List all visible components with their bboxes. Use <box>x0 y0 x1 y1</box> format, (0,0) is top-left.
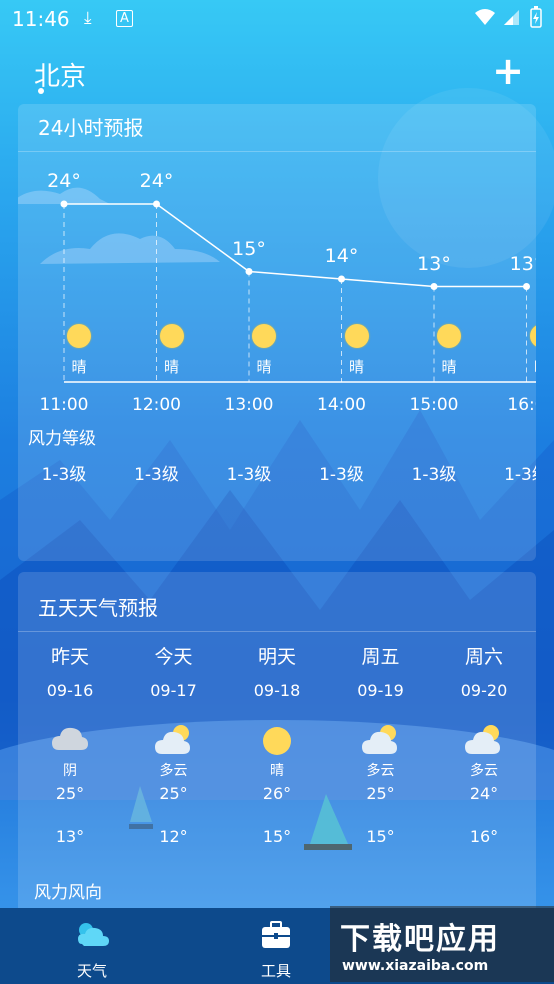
cloud-icon <box>25 724 115 758</box>
hour-time: 15:00 <box>409 395 459 415</box>
hour-time: 14:00 <box>317 395 366 415</box>
watermark-logo: 下载吧应用 www.xiazaiba.com <box>330 906 554 982</box>
partly-cloudy-icon <box>336 724 426 758</box>
day-name: 周五 <box>361 646 400 668</box>
hour-wind-level: 1-3级 <box>411 465 457 485</box>
daily-forecast-title: 五天天气预报 <box>38 596 158 620</box>
day-high-temp: 25° <box>55 784 85 803</box>
hour-condition: 晴 <box>441 358 457 376</box>
sailboat-decoration <box>304 794 352 850</box>
temperature-point <box>338 275 345 283</box>
hour-temperature: 14° <box>324 245 359 267</box>
card-divider <box>18 631 536 632</box>
day-condition: 多云 <box>159 763 188 779</box>
sun-icon <box>67 324 91 348</box>
daily-forecast-card: 五天天气预报 昨天 09-16 阴 25° 13° 今天 09-17 多云 25° 12° 明天 09… <box>18 572 536 908</box>
temperature-point <box>153 200 160 208</box>
hour-condition: 晴 <box>522 356 536 377</box>
sun-icon <box>437 324 461 348</box>
hour-condition: 晴 <box>256 358 272 376</box>
toolbox-icon <box>262 921 290 948</box>
day-name: 今天 <box>154 646 193 668</box>
hour-temperature: 24° <box>139 170 174 192</box>
temperature-point <box>523 283 530 290</box>
hour-temperature: 13° <box>417 252 451 275</box>
day-condition: 阴 <box>63 763 77 779</box>
hour-time: 11:00 <box>39 395 89 415</box>
sailboat-decoration <box>129 786 153 829</box>
nav-tab-tools[interactable]: 工具 <box>246 908 306 984</box>
day-name: 明天 <box>257 646 296 668</box>
day-low-temp: 13° <box>55 827 85 846</box>
page-indicator-dot <box>38 88 44 94</box>
hour-time: 12:00 <box>132 395 181 415</box>
watermark-url: www.xiazaiba.com <box>342 958 489 974</box>
hourly-forecast-card: 24小时预报 24° 晴 11:00 1-3级 24° 晴 12:00 1-3级 15° 晴 13:… <box>18 104 536 561</box>
nav-label-weather: 天气 <box>76 962 107 980</box>
app-notification-icon: A <box>116 10 133 27</box>
status-bar: 11:46 ⤓ A <box>0 0 554 36</box>
city-header: 北京 + <box>0 48 554 100</box>
day-name: 周六 <box>464 646 503 668</box>
download-icon: ⤓ <box>84 8 92 28</box>
partly-cloudy-icon <box>439 724 529 758</box>
day-low-temp: 16° <box>469 827 499 846</box>
sun-icon <box>232 724 322 758</box>
weather-cloud-icon <box>78 923 109 946</box>
sun-icon <box>159 324 184 348</box>
wind-direction-label: 风力风向 <box>34 883 102 903</box>
hour-time: 13:00 <box>224 395 274 415</box>
battery-icon <box>530 6 542 28</box>
day-date: 09-18 <box>253 681 301 700</box>
day-column: 周六 09-20 多云 24° 16° <box>439 642 529 846</box>
nav-tab-weather[interactable]: 天气 <box>62 908 122 984</box>
day-name: 昨天 <box>50 646 89 668</box>
hour-wind-level: 1-3级 <box>226 465 272 485</box>
add-city-button[interactable]: + <box>488 52 528 94</box>
day-high-temp: 24° <box>469 784 499 803</box>
temperature-point <box>60 200 68 208</box>
day-condition: 晴 <box>270 763 284 779</box>
partly-cloudy-icon <box>129 724 219 758</box>
day-date: 09-16 <box>46 681 94 700</box>
wifi-icon <box>475 9 495 25</box>
watermark-title: 下载吧应用 <box>340 922 500 957</box>
hour-temperature: 15° <box>232 237 266 260</box>
hour-wind-level: 1-3级 <box>319 465 364 485</box>
wind-level-label: 风力等级 <box>28 429 96 449</box>
hour-temperature: 24° <box>47 170 81 192</box>
nav-label-tools: 工具 <box>260 962 291 980</box>
hour-wind-level: 1-3级 <box>504 465 536 485</box>
day-date: 09-17 <box>150 681 197 700</box>
hour-temperature: 13° <box>509 252 536 275</box>
hour-condition: 晴 <box>163 358 179 376</box>
day-column: 昨天 09-16 阴 25° 13° <box>25 642 115 846</box>
hour-wind-level: 1-3级 <box>134 465 179 485</box>
hour-wind-level: 1-3级 <box>41 465 87 485</box>
signal-icon <box>504 10 519 25</box>
temperature-point <box>430 283 438 290</box>
temperature-point <box>245 268 253 275</box>
day-condition: 多云 <box>366 763 395 779</box>
day-date: 09-19 <box>357 681 404 700</box>
day-date: 09-20 <box>460 681 508 700</box>
status-time: 11:46 <box>12 7 70 31</box>
hour-condition: 晴 <box>71 358 87 376</box>
sun-icon <box>344 324 369 348</box>
sun-icon <box>252 324 276 348</box>
hour-condition: 晴 <box>348 358 364 376</box>
day-condition: 多云 <box>470 763 498 779</box>
hour-time: 16:0 <box>507 395 536 415</box>
